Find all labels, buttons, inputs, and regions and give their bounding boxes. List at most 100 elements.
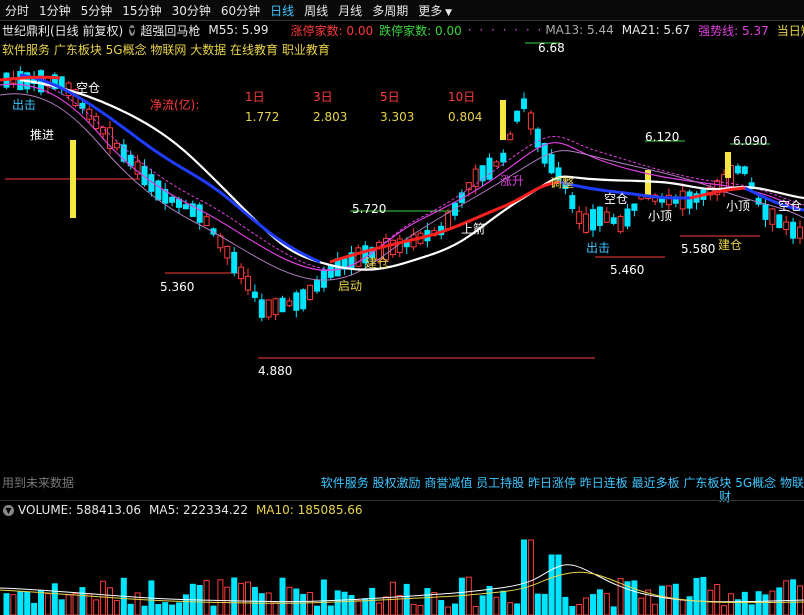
volume-bar — [258, 593, 265, 615]
volume-bar — [652, 603, 659, 615]
short-stop-value: 当日短线止 — [776, 23, 804, 38]
candle-body — [631, 203, 638, 211]
volume-bar — [203, 580, 210, 615]
candle-body — [155, 180, 162, 201]
candle-body — [258, 299, 265, 318]
formula-name[interactable]: 超强回马枪 — [140, 22, 200, 39]
volume-infobar: ▼ VOLUME: 588413.06 MA5: 222334.22 MA10:… — [0, 500, 804, 519]
tab-1min[interactable]: 1分钟 — [34, 2, 76, 19]
netflow-header-5d: 5日 — [380, 90, 400, 104]
candle-body — [182, 204, 189, 210]
indicator-infobar: 世纪鼎利(日线 前复权) ▼ 超强回马枪 M55: 5.99 涨停家数: 0.0… — [0, 20, 804, 40]
candle-body — [445, 212, 452, 230]
volume-bar — [93, 599, 100, 615]
tab-15min[interactable]: 15分钟 — [117, 2, 166, 19]
tab-monthly[interactable]: 月线 — [333, 2, 367, 19]
volume-bar — [728, 593, 734, 615]
tab-multi-period[interactable]: 多周期 — [367, 2, 413, 19]
price-label: 6.090 — [733, 134, 768, 148]
volume-bar — [403, 583, 410, 615]
ma13-value: MA13: 5.44 — [545, 23, 614, 37]
tab-weekly[interactable]: 周线 — [299, 2, 333, 19]
candle-body — [521, 98, 527, 110]
volume-bar — [507, 602, 514, 615]
volume-bar — [10, 594, 17, 615]
candle-body — [86, 108, 93, 120]
volume-bar — [396, 594, 403, 615]
netflow-header-10d: 10日 — [448, 90, 476, 104]
price-label: 5.360 — [160, 280, 195, 294]
volume-bar — [576, 603, 583, 615]
candle-body — [327, 265, 334, 278]
price-label: 5.460 — [610, 263, 645, 277]
signal-chuji-2: 出击 — [586, 241, 611, 255]
candle-body — [797, 226, 803, 239]
signal-jiancang-2: 建仓 — [718, 238, 743, 252]
more-label: 更多 — [418, 3, 443, 18]
tab-more[interactable]: 更多 ▼ — [413, 2, 457, 19]
volume-bar — [534, 593, 541, 615]
volume-bar — [113, 600, 120, 615]
volume-bar — [590, 594, 596, 615]
volume-bar — [410, 603, 417, 615]
volume-bar — [369, 587, 376, 615]
volume-bar — [548, 554, 555, 615]
candlestick-chart[interactable] — [0, 40, 804, 495]
volume-bar — [272, 601, 279, 615]
candle-body — [617, 215, 624, 233]
volume-bars-group — [3, 539, 803, 615]
candle-body — [238, 266, 245, 280]
volume-bar — [514, 603, 521, 615]
candle-body — [486, 157, 493, 180]
candle-body — [776, 214, 783, 229]
volume-bar — [31, 602, 38, 615]
volume-bar — [714, 583, 721, 615]
tab-5min[interactable]: 5分钟 — [76, 2, 118, 19]
candle-body — [534, 128, 541, 148]
price-label: 4.880 — [258, 364, 293, 378]
volume-bar — [3, 593, 10, 615]
volume-chart[interactable] — [0, 518, 804, 615]
candle-body — [231, 251, 238, 274]
candle-body — [769, 208, 776, 225]
candle-body — [224, 245, 231, 259]
netflow-header-3d: 3日 — [313, 90, 333, 104]
volume-bar — [541, 593, 548, 615]
volume-bar — [527, 539, 534, 615]
candle-body — [596, 206, 603, 226]
dropdown-circle-icon[interactable]: ▼ — [129, 24, 136, 36]
volume-bar — [790, 579, 797, 615]
tab-fenshi[interactable]: 分时 — [0, 2, 34, 19]
volume-bar — [141, 605, 148, 615]
volume-ma10-line — [0, 571, 804, 604]
volume-bar — [693, 578, 700, 615]
concept-tags-bar[interactable]: 软件服务 股权激励 商誉减值 员工持股 昨日涨停 昨日连板 最近多板 广东板块 … — [321, 474, 804, 491]
volume-bar — [783, 580, 790, 615]
volume-bar — [86, 593, 93, 615]
tab-60min[interactable]: 60分钟 — [216, 2, 265, 19]
candle-body — [286, 300, 293, 307]
candle-body — [265, 299, 272, 318]
volume-bar — [58, 599, 65, 615]
candle-body — [251, 291, 258, 298]
volume-bar — [238, 582, 245, 615]
volume-bar — [721, 605, 728, 615]
future-data-notice: 用到未来数据 — [2, 476, 75, 490]
signal-kongcang: 空仓 — [76, 81, 101, 95]
candle-body — [507, 133, 514, 141]
volume-bar — [776, 587, 783, 615]
volume-bar — [176, 602, 182, 615]
candle-body — [100, 126, 107, 135]
volume-bar — [320, 579, 327, 615]
tab-daily[interactable]: 日线 — [265, 2, 299, 19]
candle-body — [293, 292, 300, 311]
volume-bar — [438, 600, 445, 615]
dots-decor: · · · · · · · — [467, 23, 544, 37]
volume-bar — [24, 591, 31, 615]
tab-30min[interactable]: 30分钟 — [167, 2, 216, 19]
candle-body — [548, 154, 555, 174]
candle-body — [783, 221, 790, 231]
volume-bar — [555, 554, 562, 615]
signal-kongcang-2: 空仓 — [604, 192, 629, 206]
volume-dropdown-icon[interactable]: ▼ — [3, 504, 14, 516]
